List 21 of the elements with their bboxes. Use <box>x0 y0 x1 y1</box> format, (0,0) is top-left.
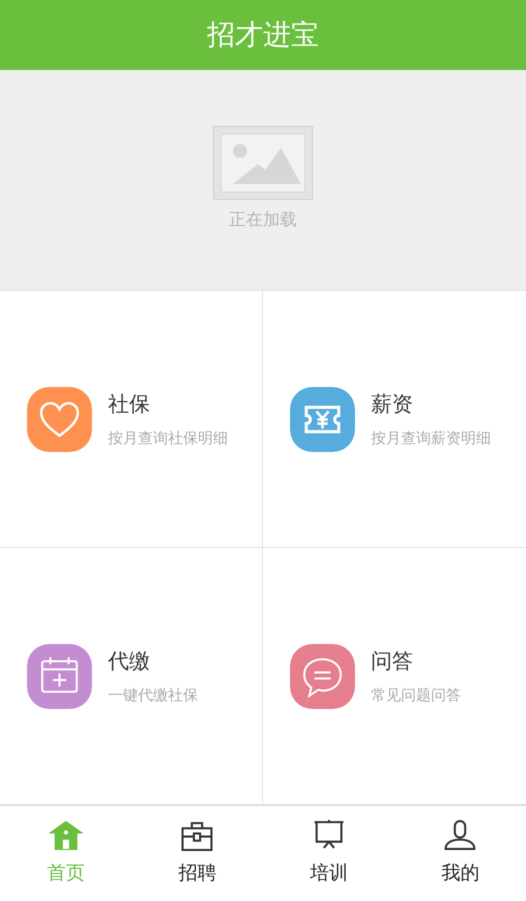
person-icon <box>443 819 478 852</box>
tab[interactable]: 招聘 <box>132 806 263 901</box>
loading-text: 正在加载 <box>229 209 297 232</box>
app-title: 招才进宝 <box>207 17 319 53</box>
service-title[interactable]: 社保 <box>108 389 228 420</box>
service-description: 常见问题问答 <box>371 684 461 706</box>
tab[interactable]: 培训 <box>263 806 394 901</box>
service-description: 按月查询薪资明细 <box>371 428 491 448</box>
service-description: 一键代缴社保 <box>108 684 198 706</box>
service-description: 按月查询社保明细 <box>108 428 228 448</box>
calendar-icon[interactable] <box>27 644 92 708</box>
presentation-board-icon <box>312 819 346 852</box>
tab[interactable]: 我的 <box>394 806 526 901</box>
image-placeholder-icon <box>213 126 313 200</box>
house-icon <box>48 819 83 852</box>
chat-icon[interactable] <box>290 644 355 708</box>
service-title[interactable]: 薪资 <box>371 389 491 420</box>
service-title[interactable]: 问答 <box>371 646 461 678</box>
ticket-icon[interactable] <box>290 386 355 452</box>
service-title[interactable]: 代缴 <box>108 646 198 678</box>
briefcase-icon <box>180 819 214 852</box>
